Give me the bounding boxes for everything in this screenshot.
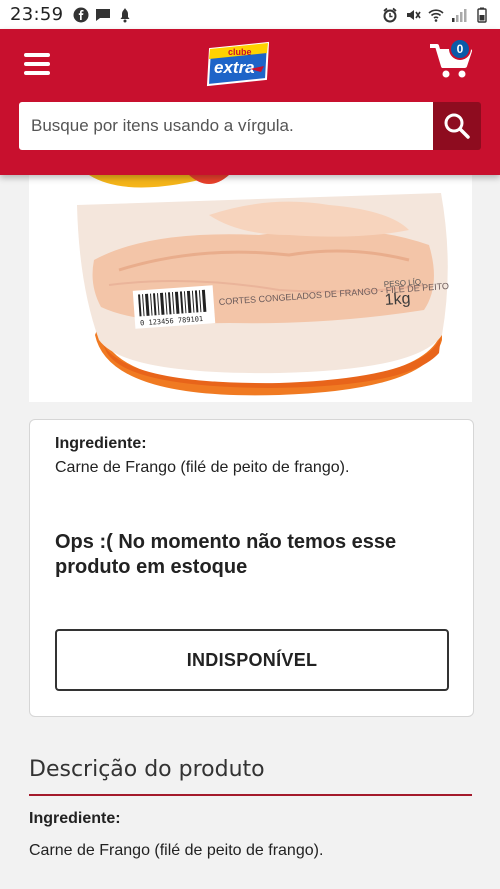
search-input[interactable] [19,102,433,150]
description-ingredient-text: Carne de Frango (filé de peito de frango… [29,842,324,859]
menu-button[interactable] [24,53,50,75]
chat-icon [96,8,111,21]
out-of-stock-message: Ops :( No momento não temos esse produto… [55,531,397,578]
signal-icon [452,8,467,22]
ingredient-label: Ingrediente: [55,435,147,452]
hamburger-icon [24,53,50,57]
search-icon [444,113,470,139]
section-divider [29,794,472,796]
product-info-card: Ingrediente: Carne de Frango (filé de pe… [29,419,474,717]
logo-clube-text: clube [228,47,252,57]
hamburger-line [24,62,50,66]
hamburger-line [24,71,50,75]
search-button[interactable] [433,102,481,150]
facebook-icon [73,7,89,22]
description-ingredient-label: Ingrediente: [29,810,121,827]
cart-count-badge: 0 [449,38,471,60]
wifi-icon [428,8,444,22]
status-bar: 23:59 [0,0,500,29]
chicken-breast-package-image: 0 123456 789101 CORTES CONGELADOS DE FRA… [77,175,449,396]
clube-extra-logo[interactable]: clube extra [206,39,274,87]
notification-icon [120,7,130,22]
alarm-icon [383,7,397,22]
logo-extra-text: extra [214,58,255,77]
ingredient-text: Carne de Frango (filé de peito de frango… [55,459,350,476]
unavailable-button[interactable]: INDISPONÍVEL [55,629,449,691]
mute-icon [407,9,421,20]
battery-icon [477,7,487,23]
status-time: 23:59 [10,4,64,25]
search-bar [19,102,481,150]
product-description-title: Descrição do produto [29,757,265,782]
package-weight: 1kg [384,290,411,309]
product-image: 0 123456 789101 CORTES CONGELADOS DE FRA… [29,175,472,402]
app-header: clube extra 0 [0,29,500,175]
